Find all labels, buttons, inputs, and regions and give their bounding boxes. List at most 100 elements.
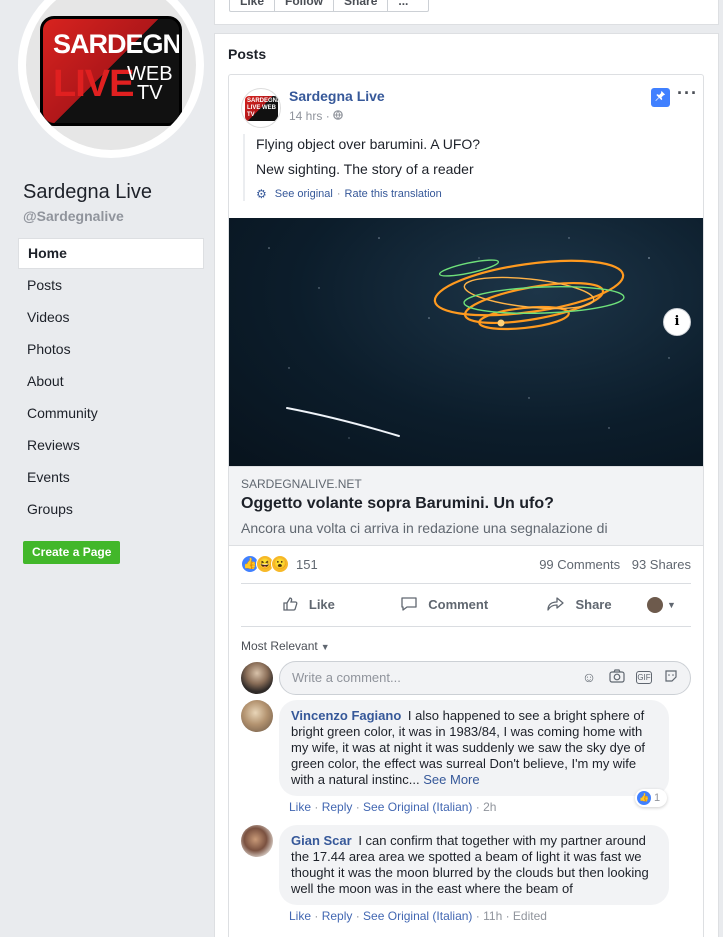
post-as-selector[interactable]: ▼ [646,597,691,613]
comment-bubble: Vincenzo Fagiano I also happened to see … [279,700,669,796]
nav-item-photos[interactable]: Photos [18,333,204,365]
comment-time[interactable]: 2h [483,800,496,814]
link-domain: SARDEGNALIVE.NET [241,477,362,491]
comment-see-original-link[interactable]: See Original (Italian) [363,800,472,814]
comment-edited: Edited [512,909,547,923]
commenter-name[interactable]: Vincenzo Fagiano [291,708,401,723]
page-actions-bar: Like Follow Share ... [214,0,719,25]
caret-down-icon: ▼ [666,600,676,610]
comment-like-link[interactable]: Like [289,909,311,923]
camera-icon[interactable] [608,669,626,686]
comment-button[interactable]: Comment [376,596,511,614]
comment-composer[interactable]: ☺ GIF [279,661,691,695]
commenter-avatar[interactable] [241,825,273,857]
link-preview-image[interactable] [229,218,703,466]
emoji-icon[interactable]: ☺ [580,669,598,686]
comment-icon [400,596,422,613]
nav-item-events[interactable]: Events [18,461,204,493]
comment-input[interactable] [292,670,552,685]
translate-separator: · [336,188,341,200]
user-avatar [646,597,663,613]
commenter-name[interactable]: Gian Scar [291,833,352,848]
comment-sort-label: Most Relevant [241,639,318,653]
avatar-logo-text: SARDEGNA LIVE WEB TV [247,98,281,118]
page-handle[interactable]: @Sardegnalive [23,208,124,224]
comment-like-count[interactable]: 👍 1 [635,789,667,807]
share-button-label: Share [575,597,612,612]
rate-translation-link[interactable]: Rate this translation [345,188,442,200]
logo-line3: WEB TV [127,64,173,104]
post-card: SARDEGNA LIVE WEB TV Sardegna Live 14 hr… [228,74,704,937]
comment-button-label: Comment [428,597,489,612]
see-more-link[interactable]: See More [423,772,479,787]
page-name[interactable]: Sardegna Live [23,181,152,204]
gif-icon[interactable]: GIF [636,671,652,684]
avatar-logo: SARDEGNA LIVE WEB TV [245,96,281,121]
page-nav: Home Posts Videos Photos About Community… [18,238,204,525]
profile-picture-frame: SARDEGNA LIVE WEB TV [26,0,196,150]
link-description: Ancora una volta ci arriva in redazione … [241,520,608,536]
nav-item-posts[interactable]: Posts [18,269,204,301]
more-options-button[interactable]: ... [388,0,428,11]
comment-like-link[interactable]: Like [289,800,311,814]
post-options-icon[interactable]: ··· [677,83,698,104]
post-time[interactable]: 14 hrs [289,109,322,123]
create-page-button[interactable]: Create a Page [23,541,121,564]
posts-section: Posts SARDEGNA LIVE WEB TV Sardegna Live… [214,33,719,937]
gear-icon[interactable]: ⚙ [256,187,267,201]
post-author-avatar[interactable]: SARDEGNA LIVE WEB TV [241,88,281,128]
share-arrow-icon [547,596,569,613]
comment-reply-link[interactable]: Reply [322,800,353,814]
comment-sort-dropdown[interactable]: Most Relevant ▼ [241,639,330,653]
nav-item-home[interactable]: Home [18,238,204,269]
ufo-night-sky-photo [268,237,670,439]
pinned-post-icon[interactable] [651,88,670,107]
comment-actions: Like · Reply · See Original (Italian) · … [289,909,547,923]
follow-button[interactable]: Follow [275,0,335,11]
logo-tv: TV [137,82,163,104]
page-action-buttons: Like Follow Share ... [229,0,430,12]
globe-icon [333,109,343,123]
comment-reply-link[interactable]: Reply [322,909,353,923]
link-preview-box[interactable]: SARDEGNALIVE.NET Oggetto volante sopra B… [229,466,703,546]
comment-likes: 1 [654,792,661,804]
post-stats: 99 Comments 93 Shares [539,557,691,572]
commenter-avatar[interactable] [241,700,273,732]
link-title[interactable]: Oggetto volante sopra Barumini. Un ufo? [241,495,554,513]
like-button[interactable]: Like [241,596,376,614]
like-page-button[interactable]: Like [230,0,276,11]
logo-line2: LIVE [53,63,134,105]
share-button[interactable]: Share [512,596,647,614]
nav-item-reviews[interactable]: Reviews [18,429,204,461]
like-reaction-icon: 👍 [637,791,651,805]
reactions-summary[interactable]: 👍 😆 😮 151 [241,554,318,574]
comment-actions: Like · Reply · See Original (Italian) · … [289,800,497,814]
comments-count[interactable]: 99 Comments [539,557,620,572]
post-author-name[interactable]: Sardegna Live [289,88,385,104]
current-user-avatar[interactable] [241,662,273,694]
page-profile-picture[interactable]: SARDEGNA LIVE WEB TV [18,0,204,158]
post-text-line-2: New sighting. The story of a reader [256,161,474,177]
caret-down-icon: ▼ [320,642,330,652]
post-separator: · [325,109,330,123]
translation-bar: ⚙ See original · Rate this translation [256,187,683,201]
thumbs-up-icon [282,596,302,613]
comment-time[interactable]: 11h [483,909,502,923]
share-page-button[interactable]: Share [334,0,389,11]
logo-line1: SARDEGNA [53,29,182,59]
wow-reaction-icon: 😮 [271,555,289,573]
like-button-label: Like [308,597,335,612]
info-icon[interactable]: i [663,308,691,336]
nav-item-groups[interactable]: Groups [18,493,204,525]
see-original-link[interactable]: See original [275,188,333,200]
sticker-icon[interactable] [662,669,680,686]
post-actions: Like Comment Share ▼ [241,583,691,627]
comment-see-original-link[interactable]: See Original (Italian) [363,909,472,923]
nav-item-about[interactable]: About [18,365,204,397]
shares-count[interactable]: 93 Shares [632,557,691,572]
nav-item-community[interactable]: Community [18,397,204,429]
nav-item-videos[interactable]: Videos [18,301,204,333]
reactions-count[interactable]: 151 [296,557,318,572]
post-timestamp[interactable]: 14 hrs · [289,109,343,123]
comment-bubble: Gian Scar I can confirm that together wi… [279,825,669,905]
